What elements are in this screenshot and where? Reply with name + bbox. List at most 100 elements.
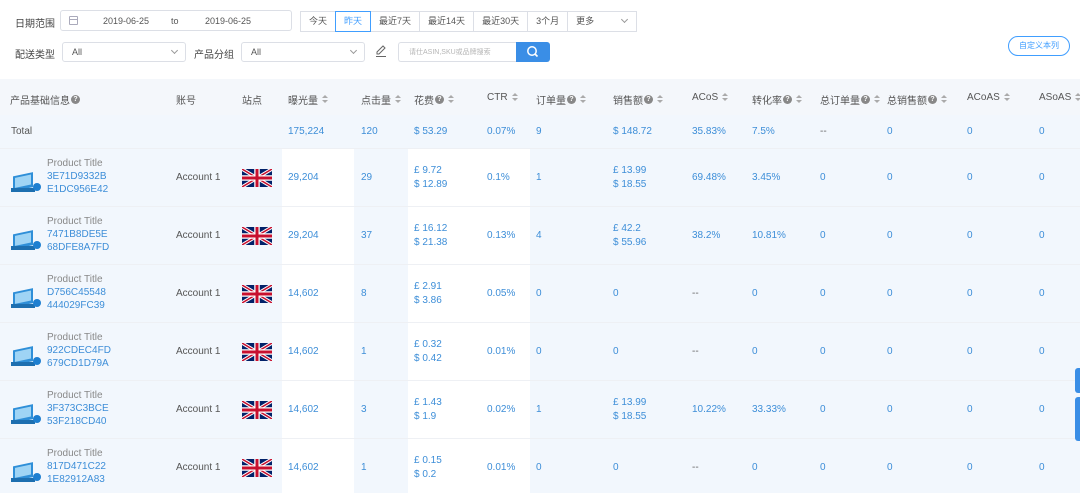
header-total-sales-label: 总销售额	[887, 96, 927, 107]
range-14-days[interactable]: 最近14天	[419, 11, 475, 32]
sort-icon[interactable]	[1075, 93, 1080, 102]
table-row[interactable]: Product Title D756C45548 444029FC39 Account…	[0, 265, 1080, 323]
sort-icon[interactable]	[1003, 93, 1010, 102]
search-button[interactable]	[516, 42, 550, 62]
cell-orders: 4	[536, 230, 542, 241]
range-7-days[interactable]: 最近7天	[370, 11, 421, 32]
header-orders[interactable]: 订单量?	[536, 92, 586, 107]
account-name: Account 1	[176, 172, 221, 183]
range-today[interactable]: 今天	[300, 11, 337, 32]
cell-clicks: 8	[361, 288, 367, 299]
total-acoas: 0	[967, 126, 973, 137]
product-sku: 444029FC39	[47, 300, 105, 311]
product-image-icon[interactable]	[10, 338, 42, 370]
cell-total-orders: 0	[820, 404, 826, 415]
uk-flag-icon	[242, 227, 272, 245]
date-range-picker[interactable]: 2019-06-25 to 2019-06-25	[60, 10, 292, 31]
header-acoas[interactable]: ACoAS	[967, 92, 1010, 103]
product-group-select[interactable]: All	[241, 42, 365, 62]
sort-icon[interactable]	[395, 95, 401, 104]
cell-cvr: 0	[752, 346, 758, 357]
product-asin-link[interactable]: 3F373C3BCE	[47, 402, 109, 415]
sales-usd: $ 18.55	[613, 179, 647, 190]
table-row[interactable]: Product Title 922CDEC4FD 679CD1D79A Account…	[0, 323, 1080, 381]
range-3-months[interactable]: 3个月	[527, 11, 569, 32]
product-image-icon[interactable]	[10, 396, 42, 428]
sort-icon[interactable]	[657, 95, 663, 104]
table-row[interactable]: Product Title 3F373C3BCE 53F218CD40 Account…	[0, 381, 1080, 439]
custom-columns-button[interactable]: 自定义本列	[1008, 36, 1070, 56]
sort-icon[interactable]	[874, 95, 880, 104]
help-icon[interactable]: ?	[783, 95, 792, 104]
sort-icon[interactable]	[322, 95, 328, 104]
side-panel-tab[interactable]	[1075, 397, 1080, 441]
date-end[interactable]: 2019-06-25	[205, 16, 251, 26]
header-site: 站点	[242, 96, 262, 107]
header-impressions-label: 曝光量	[288, 96, 318, 107]
header-ctr[interactable]: CTR	[487, 92, 518, 103]
cell-orders: 0	[536, 462, 542, 473]
sales-gbp: £ 13.99	[613, 397, 647, 408]
range-yesterday[interactable]: 昨天	[335, 11, 372, 32]
cell-acoas: 0	[967, 288, 973, 299]
sales-gbp: £ 13.99	[613, 165, 647, 176]
cell-cvr: 3.45%	[752, 172, 781, 183]
date-range-label: 日期范围	[15, 19, 55, 30]
help-icon[interactable]: ?	[644, 95, 653, 104]
sort-icon[interactable]	[796, 95, 802, 104]
header-impressions[interactable]: 曝光量	[288, 92, 328, 107]
header-clicks-label: 点击量	[361, 96, 391, 107]
product-info: Product Title 7471B8DE5E 68DFE8A7FD	[47, 215, 109, 254]
header-acos[interactable]: ACoS	[692, 92, 729, 103]
edit-icon[interactable]	[374, 44, 388, 58]
cell-total-orders: 0	[820, 230, 826, 241]
product-image-icon[interactable]	[10, 164, 42, 196]
product-asin-link[interactable]: 7471B8DE5E	[47, 228, 109, 241]
help-icon[interactable]: ?	[928, 95, 937, 104]
product-image-icon[interactable]	[10, 280, 42, 312]
help-icon[interactable]: ?	[567, 95, 576, 104]
spend-usd: $ 0.42	[414, 353, 442, 364]
product-asin-link[interactable]: 817D471C22	[47, 460, 106, 473]
sort-icon[interactable]	[448, 95, 454, 104]
sales-usd: $ 18.55	[613, 411, 647, 422]
header-spend[interactable]: 花费?	[414, 92, 454, 107]
cell-asoas: 0	[1039, 172, 1045, 183]
header-clicks[interactable]: 点击量	[361, 92, 401, 107]
date-start[interactable]: 2019-06-25	[103, 16, 149, 26]
sort-icon[interactable]	[941, 95, 947, 104]
header-asoas[interactable]: ASoAS	[1039, 92, 1080, 103]
delivery-type-select[interactable]: All	[62, 42, 186, 62]
range-more-dropdown[interactable]: 更多	[567, 11, 638, 32]
calendar-icon	[69, 16, 78, 25]
header-sales[interactable]: 销售额?	[613, 92, 663, 107]
product-info: Product Title 3F373C3BCE 53F218CD40	[47, 389, 109, 428]
product-asin-link[interactable]: D756C45548	[47, 286, 106, 299]
total-cvr: 7.5%	[752, 126, 775, 137]
table-row[interactable]: Product Title 3E71D9332B E1DC956E42 Account…	[0, 149, 1080, 207]
cell-impressions: 14,602	[288, 288, 319, 299]
header-total-orders[interactable]: 总订单量?	[820, 92, 880, 107]
help-icon[interactable]: ?	[71, 95, 80, 104]
header-cvr[interactable]: 转化率?	[752, 92, 802, 107]
side-panel-tab[interactable]	[1075, 368, 1080, 393]
product-image-icon[interactable]	[10, 454, 42, 486]
search-input[interactable]	[398, 42, 516, 62]
sort-icon[interactable]	[722, 93, 729, 102]
help-icon[interactable]: ?	[861, 95, 870, 104]
product-image-icon[interactable]	[10, 222, 42, 254]
spend-gbp: £ 0.32	[414, 339, 442, 350]
product-asin-link[interactable]: 922CDEC4FD	[47, 344, 111, 357]
header-total-sales[interactable]: 总销售额?	[887, 92, 947, 107]
table-row[interactable]: Product Title 7471B8DE5E 68DFE8A7FD Account…	[0, 207, 1080, 265]
sort-icon[interactable]	[580, 95, 586, 104]
spend-usd: $ 0.2	[414, 469, 437, 480]
product-asin-link[interactable]: 3E71D9332B	[47, 170, 108, 183]
chevron-down-icon	[621, 15, 629, 24]
help-icon[interactable]: ?	[435, 95, 444, 104]
table-row[interactable]: Product Title 817D471C22 1E82912A83 Account…	[0, 439, 1080, 493]
cell-impressions: 29,204	[288, 172, 319, 183]
header-product[interactable]: 产品基础信息?	[10, 92, 80, 107]
sort-icon[interactable]	[511, 93, 518, 102]
range-30-days[interactable]: 最近30天	[473, 11, 529, 32]
